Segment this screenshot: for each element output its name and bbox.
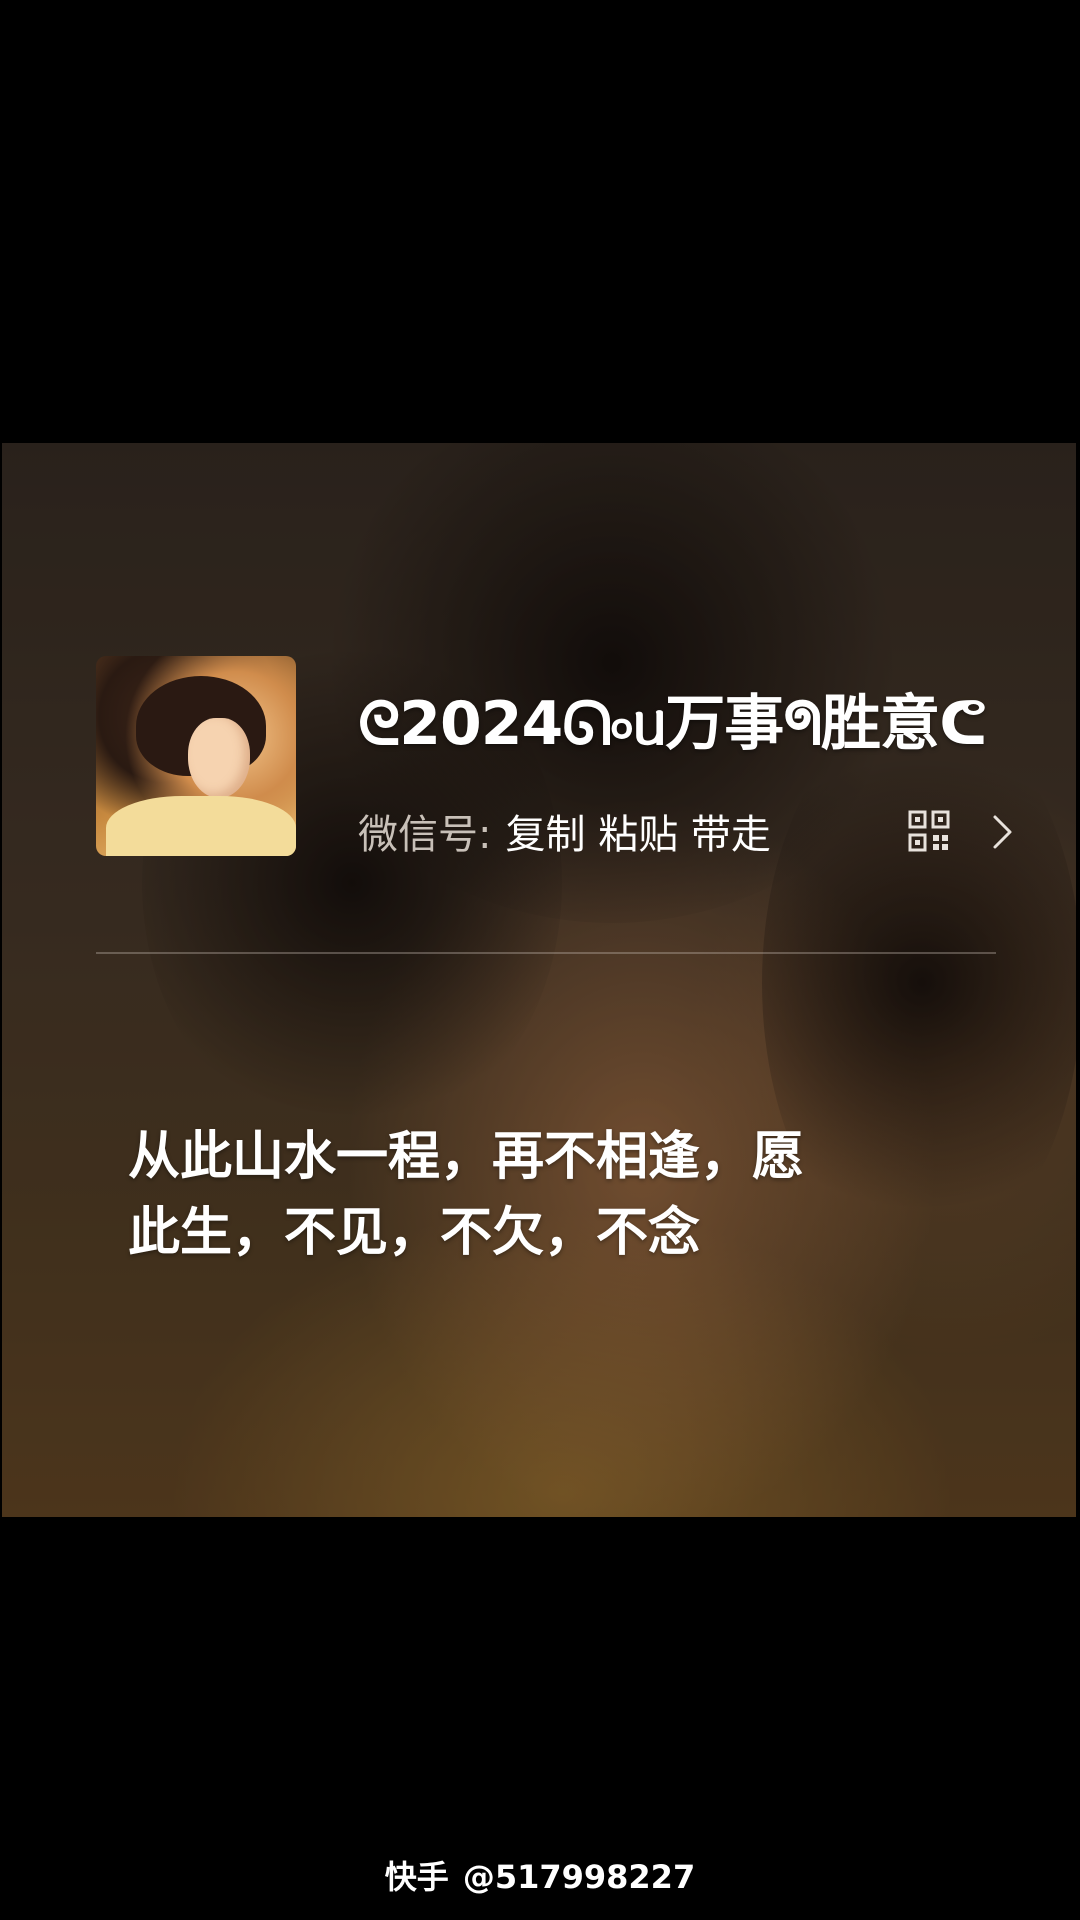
background-overlay xyxy=(2,443,1076,1517)
watermark-brand: 快手 xyxy=(384,1858,449,1896)
screen: ᘓ2024ᘏ৹ᥙ万事ᖗ胜意ᕦ 微信号: 复制 粘贴 带走 从此山水一程，再不相逢… xyxy=(0,0,1080,1920)
nickname: ᘓ2024ᘏ৹ᥙ万事ᖗ胜意ᕦ xyxy=(358,689,988,759)
divider xyxy=(96,952,996,954)
wechat-id-row[interactable]: 微信号: 复制 粘贴 带走 xyxy=(358,801,771,861)
qr-code-icon[interactable] xyxy=(908,810,950,852)
quote-text: 从此山水一程，再不相逢，愿 此生，不见，不欠，不念 xyxy=(128,1119,928,1271)
watermark: 快手 @517998227 xyxy=(0,1852,1080,1898)
chevron-right-icon[interactable] xyxy=(990,812,1016,852)
quote-line-1: 从此山水一程，再不相逢，愿 xyxy=(128,1127,805,1187)
quote-line-2: 此生，不见，不欠，不念 xyxy=(128,1203,701,1263)
profile-card-image: ᘓ2024ᘏ৹ᥙ万事ᖗ胜意ᕦ 微信号: 复制 粘贴 带走 从此山水一程，再不相逢… xyxy=(2,443,1076,1517)
avatar-shirt xyxy=(106,796,296,856)
watermark-handle: @517998227 xyxy=(462,1858,696,1896)
wechat-id-value: 复制 粘贴 带走 xyxy=(505,812,771,858)
wechat-id-label: 微信号: xyxy=(358,812,492,858)
avatar[interactable] xyxy=(96,656,296,856)
avatar-face xyxy=(188,718,250,798)
